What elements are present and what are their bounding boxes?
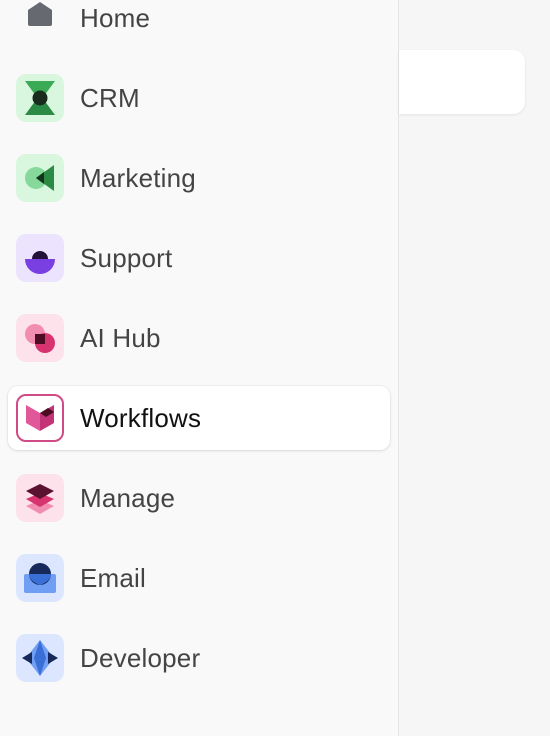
- sidebar-item-label: Home: [80, 3, 151, 33]
- sidebar-item-workflows[interactable]: Workflows: [8, 386, 390, 450]
- sidebar-item-label: Developer: [80, 643, 201, 673]
- home-icon: [16, 0, 64, 42]
- workflows-icon: [16, 394, 64, 442]
- email-icon: [16, 554, 64, 602]
- sidebar-item-developer[interactable]: Developer: [8, 626, 390, 690]
- sidebar-item-label: Workflows: [80, 403, 202, 433]
- sidebar-item-manage[interactable]: Manage: [8, 466, 390, 530]
- ai-hub-icon: [16, 314, 64, 362]
- sidebar-item-email[interactable]: Email: [8, 546, 390, 610]
- main-content-area: [399, 0, 550, 736]
- marketing-icon: [16, 154, 64, 202]
- manage-icon: [16, 474, 64, 522]
- sidebar-item-ai-hub[interactable]: AI Hub: [8, 306, 390, 370]
- sidebar-item-crm[interactable]: CRM: [8, 66, 390, 130]
- content-card: [399, 50, 525, 114]
- app-page: Home CRM Marketing Support AI Hub Workfl…: [0, 0, 550, 736]
- sidebar-item-label: CRM: [80, 83, 140, 113]
- sidebar-item-label: Marketing: [80, 163, 196, 193]
- sidebar-item-label: AI Hub: [80, 323, 161, 353]
- sidebar-item-label: Email: [80, 563, 147, 593]
- sidebar-item-label: Manage: [80, 483, 176, 513]
- sidebar-item-home[interactable]: Home: [8, 0, 390, 50]
- developer-icon: [16, 634, 64, 682]
- sidebar-item-label: Support: [80, 243, 173, 273]
- crm-icon: [16, 74, 64, 122]
- sidebar-item-marketing[interactable]: Marketing: [8, 146, 390, 210]
- support-icon: [16, 234, 64, 282]
- sidebar-nav: Home CRM Marketing Support AI Hub Workfl…: [0, 0, 399, 736]
- sidebar-item-support[interactable]: Support: [8, 226, 390, 290]
